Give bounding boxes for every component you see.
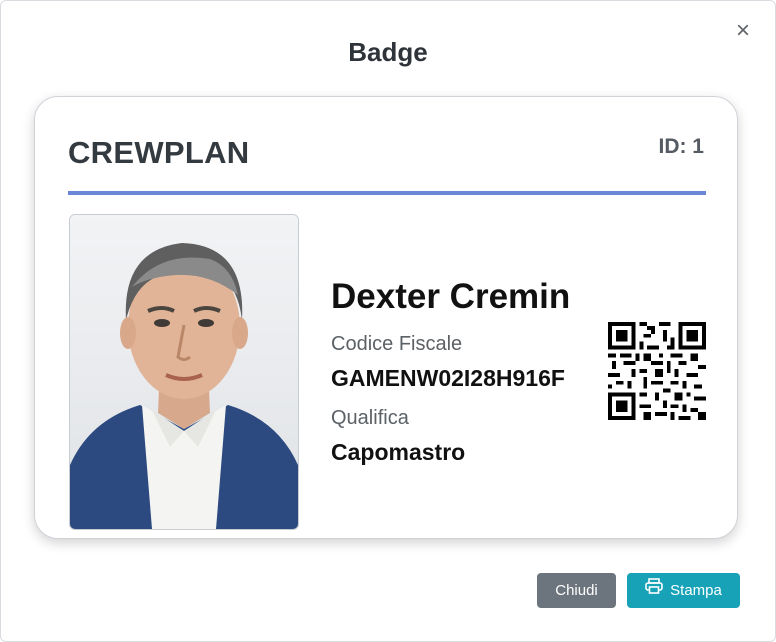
close-button[interactable]: Chiudi — [537, 573, 616, 608]
qr-code-icon — [608, 322, 706, 420]
person-photo — [69, 214, 299, 530]
fiscal-code-label: Codice Fiscale — [331, 333, 463, 355]
modal-title: Badge — [348, 37, 428, 67]
person-name: Dexter Cremin — [331, 277, 571, 316]
close-icon[interactable]: × — [732, 19, 754, 43]
badge-brand: CREWPLAN — [68, 135, 250, 170]
print-button-label: Stampa — [670, 582, 722, 599]
print-button[interactable]: Stampa — [627, 573, 740, 608]
badge-id: ID: 1 — [658, 135, 704, 158]
fiscal-code-value: GAMENW02I28H916F — [331, 365, 565, 391]
printer-icon — [645, 572, 663, 607]
badge-modal: Badge × CREWPLAN ID: 1 Dexter Cremin Cod… — [0, 0, 776, 642]
badge-divider — [68, 191, 706, 195]
badge-card: CREWPLAN ID: 1 Dexter Cremin Codice Fisc… — [34, 96, 738, 539]
qualification-value: Capomastro — [331, 439, 466, 465]
qualification-label: Qualifica — [331, 407, 409, 429]
